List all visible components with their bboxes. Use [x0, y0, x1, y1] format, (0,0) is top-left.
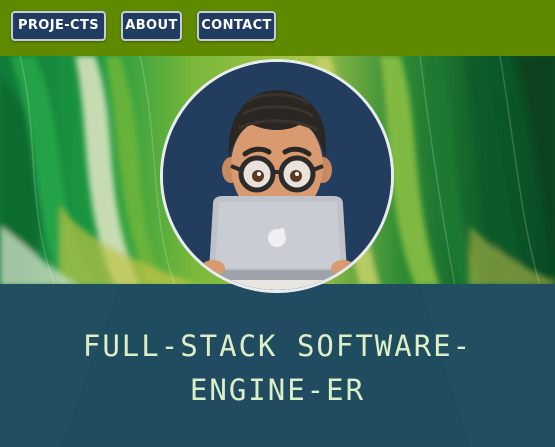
top-navigation-bar: PROJE-CTS ABOUT CONTACT: [0, 0, 555, 56]
nav-contact-button[interactable]: CONTACT: [197, 11, 276, 41]
page-headline: FULL-STACK SOFTWARE-ENGINE-ER: [82, 329, 473, 407]
nav-about-button[interactable]: ABOUT: [121, 11, 182, 41]
profile-avatar: [160, 59, 394, 293]
memoji-avatar-illustration: [163, 62, 391, 290]
nav-projects-button[interactable]: PROJE-CTS: [11, 11, 106, 41]
